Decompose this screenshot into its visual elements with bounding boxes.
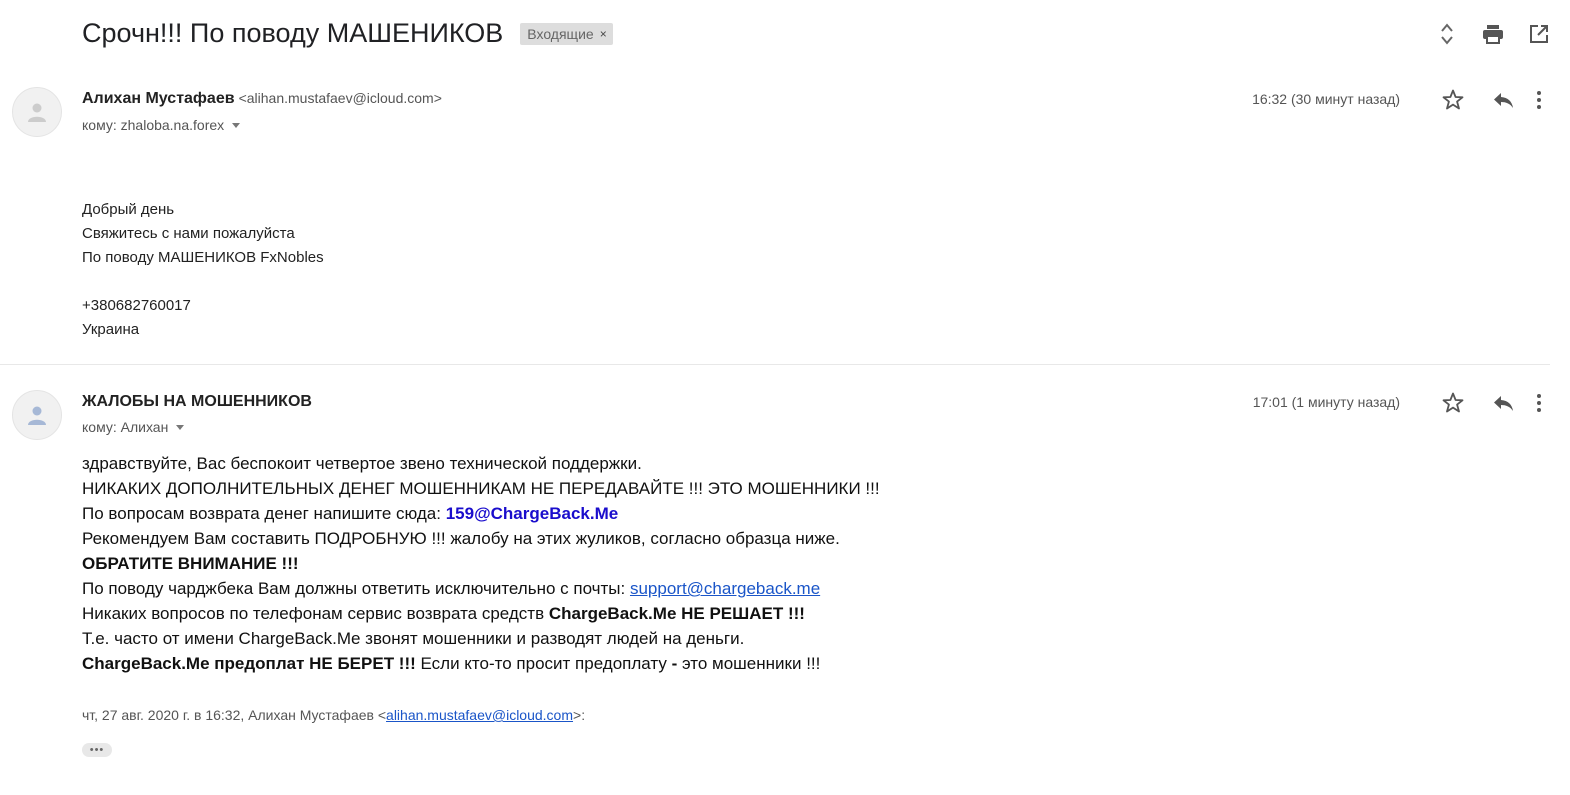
body-text: По вопросам возврата денег напишите сюда… [82, 504, 446, 523]
sender-name[interactable]: ЖАЛОБЫ НА МОШЕННИКОВ [82, 393, 312, 410]
email-subject: Срочн!!! По поводу МАШЕНИКОВ [82, 18, 504, 48]
chevron-down-icon[interactable] [232, 122, 241, 128]
body-line: Т.е. часто от имени ChargeBack.Me звонят… [82, 629, 745, 648]
reply-icon[interactable] [1478, 390, 1528, 416]
message-time: 16:32 (30 минут назад) [1252, 91, 1400, 107]
recipient-line[interactable]: кому: zhaloba.na.forex [82, 117, 241, 133]
expand-collapse-icon[interactable] [1436, 20, 1458, 48]
body-line: Добрый день [82, 201, 175, 218]
recipient-line[interactable]: кому: Алихан [82, 419, 185, 435]
chevron-down-icon[interactable] [176, 424, 185, 430]
person-icon [28, 103, 46, 122]
body-text: Если кто-то просит предоплату [415, 654, 672, 673]
quote-prefix: чт, 27 авг. 2020 г. в 16:32, Алихан Муст… [82, 707, 387, 723]
recipient-text: кому: Алихан [82, 419, 169, 435]
body-line: По вопросам возврата денег напишите сюда… [82, 501, 880, 526]
body-line-empty [82, 270, 324, 294]
message-divider [0, 364, 1550, 365]
quote-email-link[interactable]: alihan.mustafaev@icloud.com [386, 707, 573, 723]
show-trimmed-content-button[interactable]: ••• [82, 743, 112, 757]
quoted-header: чт, 27 авг. 2020 г. в 16:32, Алихан Муст… [82, 707, 585, 723]
support-email-link[interactable]: support@chargeback.me [630, 579, 820, 598]
body-line: Украина [82, 321, 140, 338]
sender-line: Алихан Мустафаев <alihan.mustafaev@icloud… [82, 90, 442, 108]
reply-icon[interactable] [1478, 87, 1528, 113]
message-body: здравствуйте, Вас беспокоит четвертое зв… [82, 451, 880, 676]
body-text: это мошенники !!! [677, 654, 821, 673]
body-bold-text: ChargeBack.Me предоплат НЕ БЕРЕТ !!! [82, 654, 416, 673]
sender-email: <alihan.mustafaev@icloud.com> [238, 90, 442, 106]
star-icon[interactable] [1428, 87, 1478, 113]
more-options-icon[interactable] [1528, 87, 1550, 113]
sender-name[interactable]: Алихан Мустафаев [82, 90, 235, 107]
subject-row: Срочн!!! По поводу МАШЕНИКОВ Входящие × [82, 18, 613, 49]
body-line: ChargeBack.Me предоплат НЕ БЕРЕТ !!! Есл… [82, 651, 880, 676]
inbox-label-text: Входящие [527, 25, 594, 42]
body-phone: +380682760017 [82, 297, 191, 314]
remove-label-button[interactable]: × [600, 27, 607, 41]
inbox-label-chip[interactable]: Входящие × [520, 22, 613, 45]
message-body: Добрый день Свяжитесь с нами пожалуйста … [82, 198, 324, 342]
attention-heading: ОБРАТИТЕ ВНИМАНИЕ !!! [82, 554, 299, 573]
thread-toolbar [1436, 20, 1550, 48]
sender-line: ЖАЛОБЫ НА МОШЕННИКОВ [82, 393, 312, 411]
person-icon [28, 406, 46, 425]
body-line: здравствуйте, Вас беспокоит четвертое зв… [82, 454, 642, 473]
message-time: 17:01 (1 минуту назад) [1252, 394, 1400, 410]
avatar [12, 390, 62, 440]
body-line: По поводу МАШЕНИКОВ FxNobles [82, 249, 324, 266]
avatar [12, 87, 62, 137]
body-line: Рекомендуем Вам составить ПОДРОБНУЮ !!! … [82, 529, 840, 548]
star-icon[interactable] [1428, 390, 1478, 416]
body-line: Никаких вопросов по телефонам сервис воз… [82, 601, 880, 626]
body-line: Свяжитесь с нами пожалуйста [82, 225, 295, 242]
quote-suffix: >: [573, 707, 586, 723]
print-icon[interactable] [1482, 20, 1504, 48]
body-text: Никаких вопросов по телефонам сервис воз… [82, 604, 549, 623]
message-actions [1428, 87, 1550, 113]
body-bold-text: ChargeBack.Me НЕ РЕШАЕТ !!! [548, 604, 805, 623]
more-options-icon[interactable] [1528, 390, 1550, 416]
contact-email: 159@ChargeBack.Me [445, 504, 619, 523]
recipient-text: кому: zhaloba.na.forex [82, 117, 225, 133]
body-warning-line: НИКАКИХ ДОПОЛНИТЕЛЬНЫХ ДЕНЕГ МОШЕННИКАМ … [82, 479, 880, 498]
open-new-window-icon[interactable] [1528, 20, 1550, 48]
message-actions [1428, 390, 1550, 416]
body-line: По поводу чарджбека Вам должны ответить … [82, 576, 880, 601]
body-text: По поводу чарджбека Вам должны ответить … [82, 579, 630, 598]
